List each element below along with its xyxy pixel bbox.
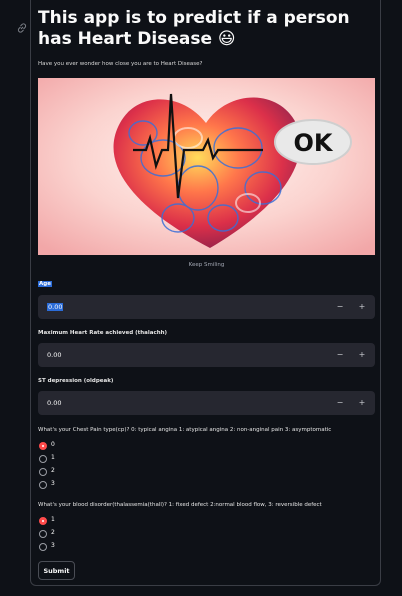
radio-selected-icon[interactable]	[39, 517, 47, 525]
oldpeak-input[interactable]: 0.00 − +	[38, 391, 375, 415]
radio-icon[interactable]	[39, 468, 47, 476]
radio-icon[interactable]	[39, 455, 47, 463]
age-decrement-button[interactable]: −	[335, 302, 345, 311]
age-input[interactable]: 0.00 − +	[38, 295, 375, 319]
thalachh-label: Maximum Heart Rate achieved (thalachh)	[38, 330, 168, 336]
radio-icon[interactable]	[39, 543, 47, 551]
radio-icon[interactable]	[39, 530, 47, 538]
age-increment-button[interactable]: +	[357, 302, 367, 311]
oldpeak-increment-button[interactable]: +	[357, 398, 367, 407]
age-label: Age	[38, 281, 52, 287]
thalachh-decrement-button[interactable]: −	[335, 350, 345, 359]
thal-question: What's your blood disorder(thalassemia(t…	[38, 502, 322, 508]
hero-ok-badge: OK	[294, 129, 334, 157]
hero-image: OK	[38, 78, 375, 255]
page-title: This app is to predict if a person has H…	[38, 8, 350, 49]
thalachh-input[interactable]: 0.00 − +	[38, 343, 375, 367]
age-value[interactable]: 0.00	[47, 303, 64, 311]
oldpeak-decrement-button[interactable]: −	[335, 398, 345, 407]
thalachh-increment-button[interactable]: +	[357, 350, 367, 359]
chest-pain-question: What's your Chest Pain type(cp)? 0: typi…	[38, 427, 332, 433]
radio-icon[interactable]	[39, 481, 47, 489]
page-subtitle: Have you ever wonder how close you are t…	[38, 61, 203, 67]
oldpeak-label: ST depression (oldpeak)	[38, 378, 114, 384]
submit-button[interactable]: Submit	[38, 561, 75, 580]
hero-caption: Keep Smiling	[188, 262, 225, 268]
oldpeak-value[interactable]: 0.00	[47, 399, 61, 407]
radio-selected-icon[interactable]	[39, 442, 47, 450]
thalachh-value[interactable]: 0.00	[47, 351, 61, 359]
